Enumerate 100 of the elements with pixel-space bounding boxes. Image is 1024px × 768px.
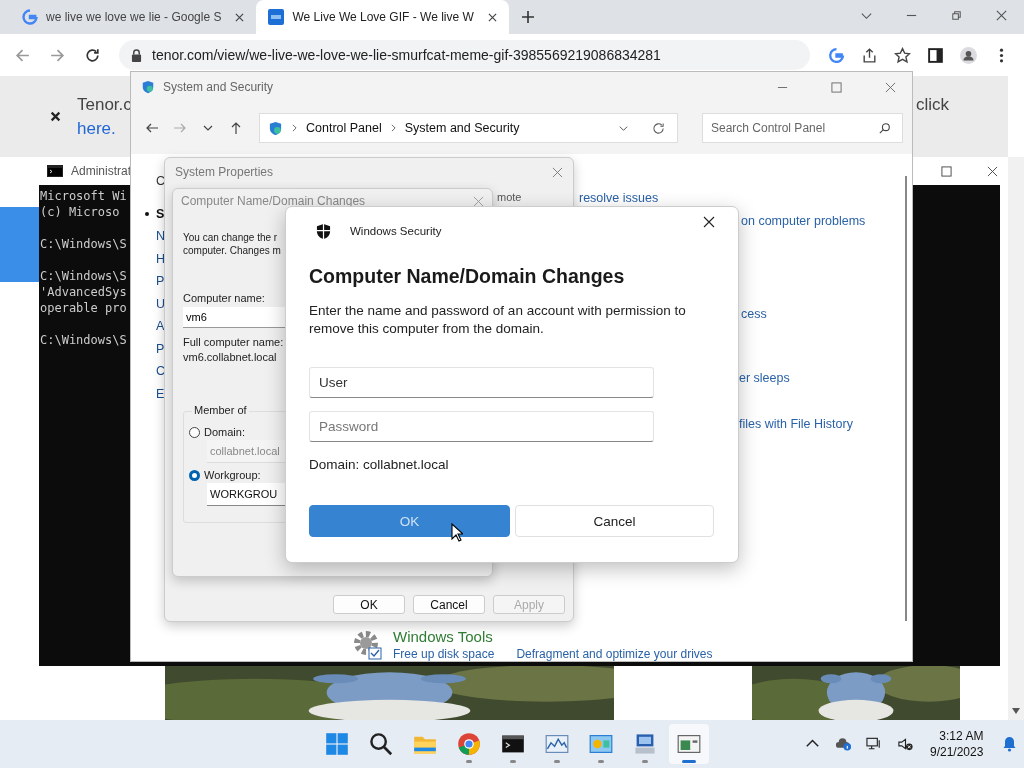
sidebar-item[interactable]: E	[145, 382, 166, 405]
tab-title: we live we love we lie - Google S	[46, 10, 222, 24]
radio-button[interactable]	[189, 469, 200, 481]
close-icon[interactable]	[235, 12, 245, 22]
clock-time[interactable]: 3:12 AM	[939, 728, 984, 744]
google-icon[interactable]	[828, 46, 845, 64]
cloud-icon[interactable]	[835, 736, 852, 752]
group-title: Member of	[192, 404, 249, 416]
clock-date[interactable]: 9/21/2023	[930, 744, 984, 760]
chevron-right-icon	[292, 124, 297, 132]
cancel-button[interactable]: Cancel	[515, 505, 714, 537]
window-title: System and Security	[163, 80, 275, 94]
refresh-icon[interactable]	[652, 121, 665, 135]
search-field[interactable]: Search Control Panel	[702, 113, 903, 143]
side-panel-icon[interactable]	[927, 46, 944, 64]
scrollbar[interactable]	[905, 176, 907, 621]
task-link[interactable]: Defragment and optimize your drives	[516, 647, 713, 661]
network-icon[interactable]	[866, 736, 883, 752]
terminal-line: C:\Windows\S	[40, 332, 127, 348]
section-title[interactable]: Windows Tools	[393, 628, 713, 645]
back-icon[interactable]	[145, 121, 159, 135]
sidebar-item[interactable]: U	[145, 292, 166, 315]
terminal-icon	[47, 165, 63, 177]
share-icon[interactable]	[861, 46, 878, 64]
address-bar[interactable]: tenor.com/view/we-live-we-love-we-lie-smurfcat-meme-gif-3985569219086834281	[119, 40, 810, 70]
volume-muted-icon[interactable]	[897, 736, 914, 752]
close-icon[interactable]	[50, 111, 61, 122]
sidebar-item[interactable]: S	[145, 202, 166, 225]
task-link[interactable]: Free up disk space	[393, 647, 495, 661]
tab-title: We Live We Love GIF - We live W	[292, 10, 474, 24]
terminal-line: operable pro	[40, 300, 127, 316]
chart-icon	[545, 732, 569, 756]
sidebar-item[interactable]: P	[145, 337, 166, 360]
scrollbar[interactable]	[1008, 157, 1024, 720]
description-text: You can change the r	[183, 231, 278, 244]
breadcrumb-item[interactable]: System and Security	[404, 121, 520, 135]
profile-icon[interactable]	[960, 46, 977, 64]
banner-text: click	[916, 95, 950, 115]
domain-text: Domain: collabnet.local	[309, 457, 450, 472]
banner-link[interactable]: here.	[77, 118, 132, 139]
radio-button[interactable]	[189, 426, 200, 438]
field-label: Full computer name:	[183, 336, 285, 348]
terminal-line: C:\Windows\S	[40, 236, 127, 252]
breadcrumb-item[interactable]: Control Panel	[306, 121, 382, 135]
dialog-button[interactable]: Cancel	[413, 595, 485, 614]
control-panel-icon	[589, 732, 613, 756]
input-field[interactable]: User	[309, 367, 654, 398]
computer-icon	[633, 732, 657, 756]
lock-icon	[131, 48, 142, 62]
input-field[interactable]: Password	[309, 411, 654, 442]
star-icon[interactable]	[894, 46, 911, 64]
terminal-line: (c) Microso	[40, 204, 120, 220]
radio-label: Domain:	[204, 426, 245, 438]
window-title: Administrat	[71, 164, 132, 178]
app-name: Windows Security	[350, 225, 443, 237]
up-arrow-icon[interactable]	[229, 121, 243, 135]
browser-tab[interactable]: We Live We Love GIF - We live W	[256, 0, 509, 34]
reload-icon[interactable]	[84, 46, 101, 64]
dialog-heading: Computer Name/Domain Changes	[309, 265, 626, 288]
sidebar-item[interactable]: N	[145, 225, 166, 248]
chevron-right-icon	[390, 124, 396, 132]
dialog-button[interactable]: OK	[333, 595, 405, 614]
close-icon[interactable]	[703, 216, 715, 228]
radio-label: Workgroup:	[204, 469, 261, 481]
sidebar-item[interactable]: A	[145, 315, 166, 338]
window-title: Computer Name/Domain Changes	[181, 194, 367, 208]
google-icon	[22, 9, 38, 25]
shield-icon	[268, 120, 283, 136]
task-link[interactable]: resolve issues	[579, 191, 659, 205]
search-icon	[879, 122, 891, 134]
windows-logo-icon	[325, 732, 349, 756]
field-value: vm6.collabnet.local	[183, 351, 278, 363]
task-link[interactable]: on computer problems	[741, 214, 866, 228]
banner-text: Tenor.c	[77, 94, 132, 115]
shield-icon	[316, 222, 331, 240]
sidebar-item[interactable]: C	[145, 170, 166, 193]
browser-tab[interactable]: we live we love we lie - Google S	[10, 0, 257, 34]
task-link[interactable]: er sleeps	[739, 371, 790, 385]
scroll-down-icon[interactable]	[1012, 708, 1020, 714]
terminal-line: C:\Windows\S	[40, 268, 127, 284]
address-bar[interactable]: Control Panel System and Security	[259, 113, 678, 143]
sidebar-item[interactable]: C	[145, 360, 166, 383]
window-icon	[677, 732, 701, 756]
shield-icon	[141, 80, 155, 94]
restore-icon[interactable]	[950, 9, 963, 22]
cursor-icon	[451, 523, 463, 542]
close-icon[interactable]	[987, 166, 998, 177]
maximize-icon[interactable]	[941, 166, 952, 177]
close-icon[interactable]	[487, 12, 497, 22]
field-label: Computer name:	[183, 292, 266, 304]
new-tab-icon[interactable]	[520, 10, 535, 24]
terminal-line: 'AdvancedSys	[40, 284, 127, 300]
tab[interactable]: mote	[497, 191, 522, 203]
sidebar-item[interactable]: P	[145, 270, 166, 293]
search-icon	[369, 732, 393, 756]
task-link[interactable]: files with File History	[739, 417, 853, 431]
terminal-line: Microsoft Wi	[40, 188, 127, 204]
window-title: System Properties	[175, 165, 275, 179]
sidebar-item[interactable]: H	[145, 247, 166, 270]
task-link[interactable]: cess	[741, 307, 767, 321]
